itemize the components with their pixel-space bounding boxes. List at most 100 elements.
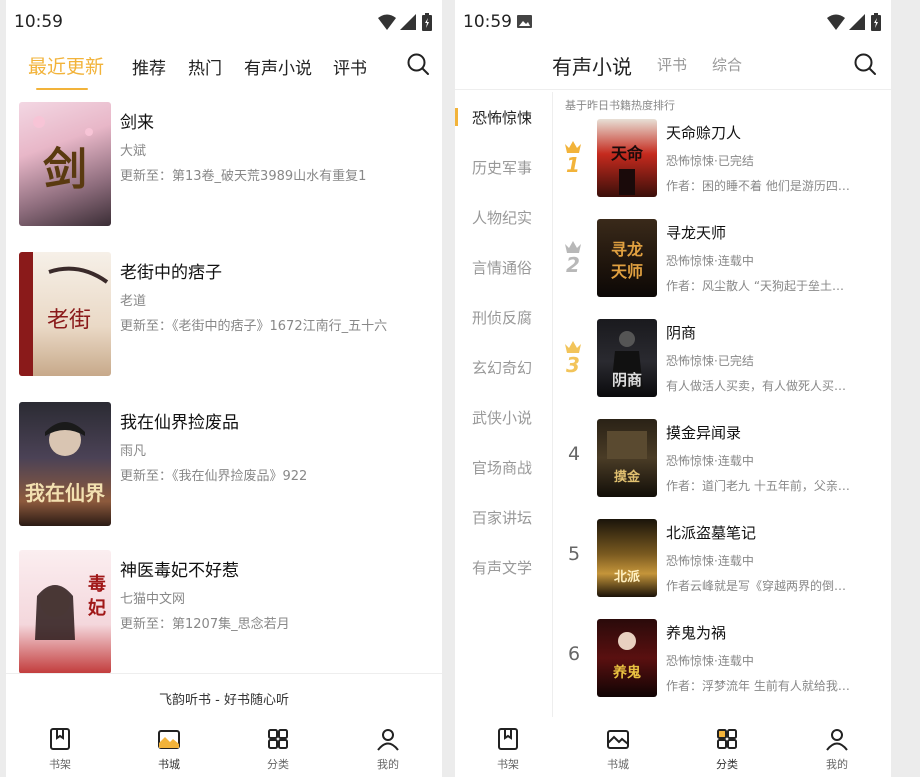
bookshelf-icon [498,728,518,750]
nav-profile[interactable]: 我的 [807,727,867,772]
category-history-military[interactable]: 历史军事 [455,142,552,192]
nav-label: 书架 [49,758,71,771]
nav-label: 分类 [716,758,738,771]
book-description: 作者：困的睡不着 他们是游历四… [666,179,850,193]
category-audio-literature[interactable]: 有声文学 [455,542,552,592]
rank-badge: 3 [563,341,583,379]
book-title[interactable]: 寻龙天师 [666,222,726,243]
category-wuxia[interactable]: 武侠小说 [455,392,552,442]
category-romance[interactable]: 言情通俗 [455,242,552,292]
book-cover[interactable]: 养鬼 [597,619,657,697]
book-cover[interactable]: 摸金 [597,419,657,497]
grid-icon [717,729,737,749]
book-cover[interactable]: 毒妃 [19,550,111,674]
nav-label: 我的 [377,758,399,771]
svg-text:妃: 妃 [88,597,106,619]
ranking-row[interactable]: 4 摸金 摸金异闻录 恐怖惊悚·连载中 作者：道门老九 十五年前，父亲… [553,417,891,517]
book-title[interactable]: 北派盗墓笔记 [666,522,756,543]
cover-title-glyph: 摸金 [614,469,641,485]
book-title[interactable]: 老街中的痞子 [120,258,222,283]
book-title[interactable]: 剑来 [120,108,154,133]
tab-general[interactable]: 综合 [712,54,742,75]
user-icon [377,729,399,751]
book-cover[interactable]: 老街 [19,252,111,376]
signal-icon [849,14,865,30]
search-icon[interactable] [853,52,877,76]
bookshelf-icon [50,728,70,750]
book-title[interactable]: 摸金异闻录 [666,422,741,443]
bookstore-icon [158,730,180,749]
category-lecture[interactable]: 百家讲坛 [455,492,552,542]
book-row[interactable]: 我在仙界 我在仙界捡废品 雨凡 更新至：《我在仙界捡废品》922 [6,402,442,527]
ranking-row[interactable]: 6 养鬼 养鬼为祸 恐怖惊悚·连载中 作者：浮梦流年 生前有人就给我… [553,617,891,717]
book-cover[interactable]: 阴商 [597,319,657,397]
rank-badge: 1 [563,141,583,179]
book-author: 大斌 [120,144,147,159]
book-title[interactable]: 阴商 [666,322,696,343]
nav-profile[interactable]: 我的 [358,727,418,772]
nav-categories[interactable]: 分类 [697,727,757,772]
bottom-nav: 书架 书城 分类 我的 [6,717,442,777]
nav-label: 我的 [826,758,848,771]
active-tab-indicator [36,88,88,90]
user-icon [826,729,848,751]
category-crime[interactable]: 刑侦反腐 [455,292,552,342]
book-meta: 恐怖惊悚·连载中 [666,254,754,268]
book-cover[interactable]: 北派 [597,519,657,597]
book-cover[interactable]: 剑 [19,102,111,226]
book-title[interactable]: 神医毒妃不好惹 [120,556,239,581]
silver-crown-icon [565,241,581,253]
book-cover[interactable]: 寻龙 天师 [597,219,657,297]
nav-bookshelf[interactable]: 书架 [30,727,90,772]
book-update: 更新至：第1207集_思念若月 [120,617,290,632]
nav-categories[interactable]: 分类 [248,727,308,772]
ranking-row[interactable]: 2 寻龙 天师 寻龙天师 恐怖惊悚·连载中 作者：风尘散人 “天狗起于垒土… [553,217,891,317]
tab-audio-novels[interactable]: 有声小说 [552,51,632,80]
book-row[interactable]: 老街 老街中的痞子 老道 更新至：《老街中的痞子》1672江南行_五十六 [6,252,442,377]
rank-badge: 4 [563,443,585,465]
status-time: 10:59 [14,12,63,32]
category-officialdom[interactable]: 官场商战 [455,442,552,492]
left-screen: 10:59 最近更新 推荐 热门 有声小说 评书 剑 剑来 大斌 更新至：第13… [6,0,442,777]
bronze-crown-icon [565,341,581,353]
cover-art-image: 摸金 [607,431,647,485]
tab-storytelling[interactable]: 评书 [657,54,687,75]
category-fantasy[interactable]: 玄幻奇幻 [455,342,552,392]
cover-art-image: 老街 [19,252,109,376]
book-cover[interactable]: 我在仙界 [19,402,111,526]
tab-storytelling[interactable]: 评书 [333,54,367,79]
book-title[interactable]: 养鬼为祸 [666,622,726,643]
category-biography[interactable]: 人物纪实 [455,192,552,242]
battery-charging-icon [871,13,881,31]
status-bar: 10:59 [6,0,442,42]
cover-title-glyph: 寻龙 [611,240,643,259]
nav-bookstore[interactable]: 书城 [139,727,199,772]
tab-audio-novels[interactable]: 有声小说 [244,54,312,79]
ranking-row[interactable]: 1 天命 天命赊刀人 恐怖惊悚·已完结 作者：困的睡不着 他们是游历四… [553,117,891,217]
gold-crown-icon [565,141,581,153]
tab-popular[interactable]: 热门 [188,54,222,79]
book-cover[interactable]: 天命 [597,119,657,197]
book-title[interactable]: 我在仙界捡废品 [120,408,239,433]
ranking-row[interactable]: 3 阴商 阴商 恐怖惊悚·已完结 有人做活人买卖，有人做死人买… [553,317,891,417]
battery-charging-icon [422,13,432,31]
cover-title-glyph: 我在仙界 [25,481,105,505]
nav-bookshelf[interactable]: 书架 [478,727,538,772]
nav-bookstore[interactable]: 书城 [588,727,648,772]
book-title[interactable]: 天命赊刀人 [666,122,741,143]
cover-art-image: 毒妃 [35,573,106,640]
rank-badge: 6 [563,643,585,665]
category-sidebar: 恐怖惊悚 历史军事 人物纪实 言情通俗 刑侦反腐 玄幻奇幻 武侠小说 官场商战 … [455,92,553,717]
book-row[interactable]: 剑 剑来 大斌 更新至：第13卷_破天荒3989山水有重复1 [6,102,442,227]
tab-recommended[interactable]: 推荐 [132,54,166,79]
cover-title-glyph: 北派 [614,570,641,585]
book-row[interactable]: 毒妃 神医毒妃不好惹 七猫中文网 更新至：第1207集_思念若月 [6,550,442,675]
tab-recent-updates[interactable]: 最近更新 [28,52,104,79]
bookstore-icon [607,730,629,749]
category-horror[interactable]: 恐怖惊悚 [455,92,552,142]
book-description: 作者：道门老九 十五年前，父亲… [666,479,850,493]
search-icon[interactable] [406,52,430,76]
rank-number: 5 [567,543,581,565]
ranking-row[interactable]: 5 北派 北派盗墓笔记 恐怖惊悚·连载中 作者云峰就是写《穿越两界的倒… [553,517,891,617]
signal-icon [400,14,416,30]
